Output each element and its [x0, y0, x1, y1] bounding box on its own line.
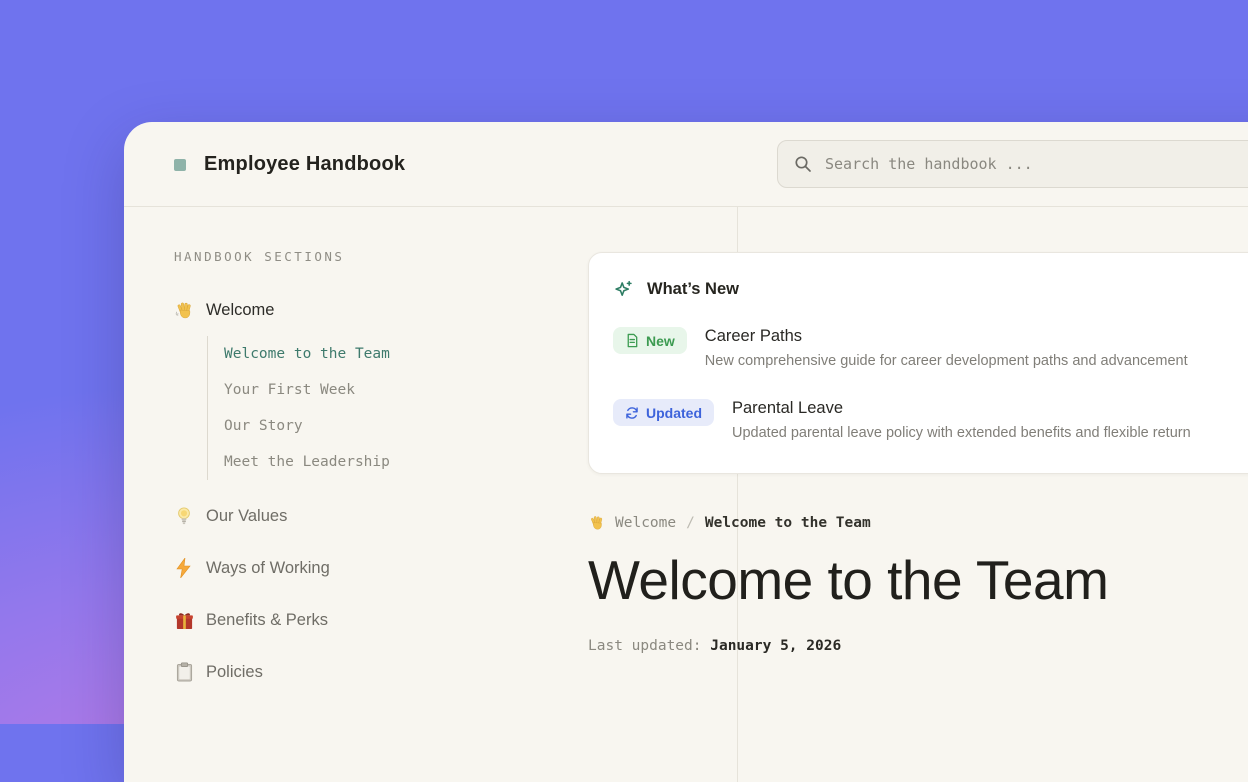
main-content: What’s New New Career Paths New comprehe… [588, 207, 1248, 654]
whats-new-title: What’s New [647, 280, 739, 299]
news-item-description: New comprehensive guide for career devel… [705, 353, 1188, 369]
updated-badge: Updated [613, 399, 714, 426]
sidebar-item-label: Benefits & Perks [206, 611, 328, 630]
news-item-title: Career Paths [705, 327, 1188, 346]
wave-hand-icon [174, 300, 194, 320]
app-header: Employee Handbook [124, 122, 1248, 207]
app-brand: Employee Handbook [174, 122, 405, 207]
sidebar-item-label: Welcome [206, 301, 274, 320]
document-icon [625, 333, 639, 348]
handbook-app-window: Employee Handbook HANDBOOK SECTIONS [124, 122, 1248, 782]
sparkle-icon [613, 279, 634, 300]
last-updated-value: January 5, 2026 [710, 638, 841, 654]
breadcrumb-separator: / [686, 515, 695, 531]
brand-square-icon [174, 159, 186, 171]
wave-hand-icon [588, 514, 605, 531]
light-bulb-icon [174, 506, 194, 526]
whats-new-card: What’s New New Career Paths New comprehe… [588, 252, 1248, 474]
news-item-parental-leave[interactable]: Updated Parental Leave Updated parental … [613, 399, 1248, 441]
search-bar[interactable] [777, 140, 1248, 188]
breadcrumb: Welcome / Welcome to the Team [588, 514, 1248, 531]
sidebar-item-label: Ways of Working [206, 559, 330, 578]
lightning-icon [174, 558, 194, 578]
sidebar-item-label: Our Values [206, 507, 287, 526]
search-icon [794, 155, 812, 173]
badge-label: Updated [646, 405, 702, 421]
news-item-career-paths[interactable]: New Career Paths New comprehensive guide… [613, 327, 1248, 369]
new-badge: New [613, 327, 687, 354]
badge-label: New [646, 333, 675, 349]
last-updated-label: Last updated: [588, 638, 702, 654]
news-item-title: Parental Leave [732, 399, 1191, 418]
clipboard-icon [174, 662, 194, 682]
sidebar-item-label: Policies [206, 663, 263, 682]
breadcrumb-page: Welcome to the Team [705, 515, 871, 531]
page-title: Welcome to the Team [588, 548, 1248, 612]
search-input[interactable] [825, 155, 1248, 173]
app-title: Employee Handbook [204, 153, 405, 176]
breadcrumb-section[interactable]: Welcome [615, 515, 676, 531]
refresh-icon [625, 406, 639, 420]
gift-icon [174, 610, 194, 630]
news-item-description: Updated parental leave policy with exten… [732, 425, 1191, 441]
sidebar-item-policies[interactable]: Policies [174, 662, 697, 682]
last-updated: Last updated: January 5, 2026 [588, 638, 1248, 654]
